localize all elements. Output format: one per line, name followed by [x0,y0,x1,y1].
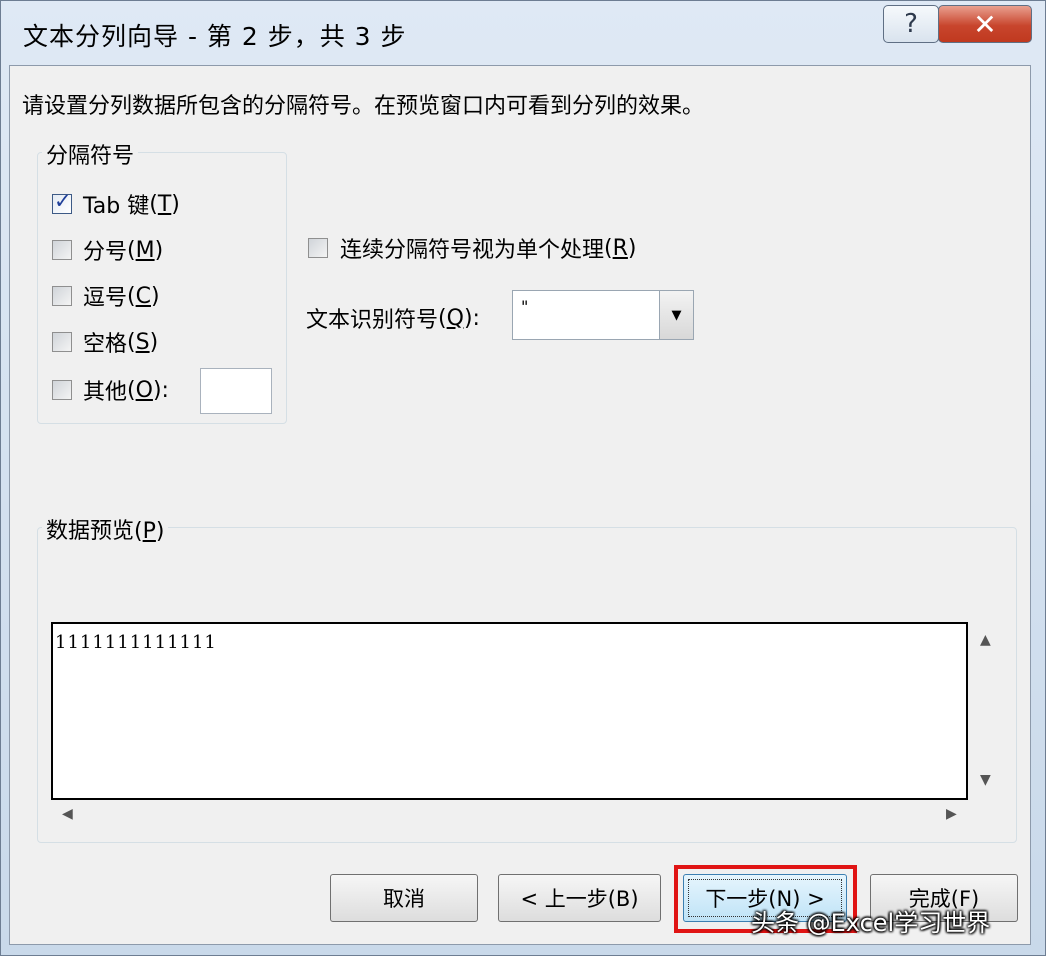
help-button[interactable]: ? [883,5,939,43]
checkbox-tab-label: Tab 键 [83,194,150,219]
scroll-right-icon[interactable]: ▶ [946,806,957,822]
text-qualifier-select[interactable]: " ▼ [512,290,694,340]
checkbox-space[interactable]: 空格 (S) [52,326,158,358]
checkbox-comma-box[interactable] [52,286,72,306]
checkmark-icon: ✓ [54,189,72,213]
checkbox-semicolon-box[interactable] [52,240,72,260]
close-button[interactable]: ✕ [938,5,1032,43]
checkbox-other-label: 其他 [83,380,128,405]
checkbox-consecutive[interactable]: 连续分隔符号视为单个处理 (R) [308,232,637,264]
checkbox-semicolon-label: 分号 [83,240,128,265]
accel-key-m: M [135,237,155,263]
title-bar[interactable]: 文本分列向导 - 第 2 步，共 3 步 ? ✕ [1,1,1045,65]
preview-line: 1111111111111 [55,632,217,653]
text-qualifier-value: " [521,297,529,316]
other-delimiter-input[interactable] [200,368,272,414]
accel-key-o: O [135,377,153,403]
checkbox-consecutive-box[interactable] [308,238,328,258]
checkbox-semicolon[interactable]: 分号 (M) [52,234,163,266]
checkbox-comma[interactable]: 逗号 (C) [52,280,160,312]
accel-key-r: R [612,235,628,261]
dialog-body: 请设置分列数据所包含的分隔符号。在预览窗口内可看到分列的效果。 分隔符号 ✓ T… [9,65,1031,945]
checkbox-space-label: 空格 [83,332,128,357]
scroll-down-icon[interactable]: ▼ [980,772,991,788]
accel-key-t: T [157,191,172,217]
checkbox-other[interactable]: 其他 (O): [52,374,169,406]
close-icon: ✕ [973,7,997,41]
checkbox-tab-box[interactable]: ✓ [52,189,72,214]
checkbox-space-box[interactable] [52,332,72,352]
back-button[interactable]: < 上一步(B) [498,874,661,922]
text-qualifier-label: 文本识别符号 [306,308,439,333]
chevron-down-icon[interactable]: ▼ [659,291,693,339]
delimiters-group-title: 分隔符号 [42,138,139,170]
text-qualifier-label-row: 文本识别符号 (Q): [306,302,480,334]
dialog-title: 文本分列向导 - 第 2 步，共 3 步 [23,22,407,51]
checkbox-other-box[interactable] [52,380,72,400]
accel-key-c: C [135,283,151,309]
scroll-up-icon[interactable]: ▲ [980,632,991,648]
checkbox-comma-label: 逗号 [83,286,128,311]
cancel-button[interactable]: 取消 [330,874,478,922]
question-mark-icon: ? [904,9,918,39]
accel-key-s: S [135,329,150,355]
checkbox-consecutive-label: 连续分隔符号视为单个处理 [340,238,605,263]
preview-group-title: 数据预览(P) [42,513,169,545]
text-to-columns-wizard-dialog: 文本分列向导 - 第 2 步，共 3 步 ? ✕ 请设置分列数据所包含的分隔符号… [0,0,1046,956]
data-preview-area[interactable]: 1111111111111 [51,622,968,800]
instruction-text: 请设置分列数据所包含的分隔符号。在预览窗口内可看到分列的效果。 [22,94,705,119]
scroll-left-icon[interactable]: ◀ [62,806,73,822]
watermark-text: 头条 @Excel学习世界 [751,909,991,937]
accel-key-q: Q [446,305,464,331]
checkbox-tab[interactable]: ✓ Tab 键 (T) [52,188,180,220]
